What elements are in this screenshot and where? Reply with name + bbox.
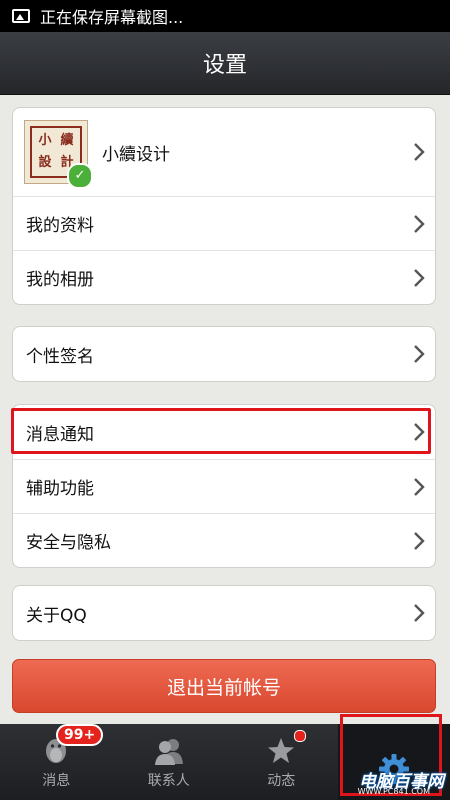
status-text: 正在保存屏幕截图... <box>40 8 184 27</box>
new-feed-dot <box>293 730 306 742</box>
profile-name: 小續设计 <box>102 144 170 165</box>
tab-contacts[interactable]: 联系人 <box>113 724 226 800</box>
tab-contacts-label: 联系人 <box>147 773 190 789</box>
signature-row[interactable]: 个性签名 <box>13 327 435 381</box>
profile-row[interactable]: 小 續 設 計 ✓ 小續设计 <box>13 108 435 196</box>
logout-button[interactable]: 退出当前帐号 <box>12 659 436 713</box>
my-profile-label: 我的资料 <box>26 216 94 236</box>
signature-group: 个性签名 <box>12 326 436 382</box>
chevron-right-icon <box>414 423 425 441</box>
star-icon <box>268 738 295 763</box>
avatar: 小 續 設 計 ✓ <box>24 120 93 189</box>
chevron-right-icon <box>414 143 425 161</box>
chevron-right-icon <box>414 531 425 550</box>
chevron-right-icon <box>414 604 425 622</box>
notifications-row[interactable]: 消息通知 <box>13 405 435 459</box>
about-row[interactable]: 关于QQ <box>13 586 435 640</box>
contacts-icon <box>154 739 183 765</box>
my-profile-row[interactable]: 我的资料 <box>13 196 435 250</box>
notifications-label: 消息通知 <box>26 424 94 445</box>
chevron-right-icon <box>414 345 425 363</box>
accessibility-label: 辅助功能 <box>26 479 94 499</box>
tab-messages-label: 消息 <box>42 773 71 789</box>
profile-group: 小 續 設 計 ✓ 小續设计 我的资料 我的相册 <box>12 107 436 305</box>
tab-bar: 99+ 消息 联系人 动态 <box>0 724 450 800</box>
my-album-label: 我的相册 <box>26 270 94 290</box>
chevron-right-icon <box>414 477 425 496</box>
image-icon <box>12 9 30 23</box>
page-title: 设置 <box>202 53 247 78</box>
tab-feeds-label: 动态 <box>267 773 296 789</box>
settings-group: 消息通知 辅助功能 安全与隐私 <box>12 404 436 568</box>
privacy-label: 安全与隐私 <box>26 533 111 553</box>
my-album-row[interactable]: 我的相册 <box>13 250 435 304</box>
about-label: 关于QQ <box>26 605 87 626</box>
unread-badge: 99+ <box>56 724 104 746</box>
accessibility-row[interactable]: 辅助功能 <box>13 459 435 513</box>
verified-check-icon: ✓ <box>67 163 93 189</box>
chevron-right-icon <box>414 268 425 287</box>
tab-messages[interactable]: 99+ 消息 <box>0 724 113 800</box>
tab-feeds[interactable]: 动态 <box>225 724 338 800</box>
signature-label: 个性签名 <box>26 346 94 367</box>
about-group: 关于QQ <box>12 585 436 641</box>
gear-icon <box>378 754 409 784</box>
tab-settings[interactable] <box>337 724 450 800</box>
status-bar: 正在保存屏幕截图... <box>0 0 450 32</box>
title-bar: 设置 <box>0 32 450 95</box>
chevron-right-icon <box>414 214 425 233</box>
privacy-row[interactable]: 安全与隐私 <box>13 513 435 567</box>
